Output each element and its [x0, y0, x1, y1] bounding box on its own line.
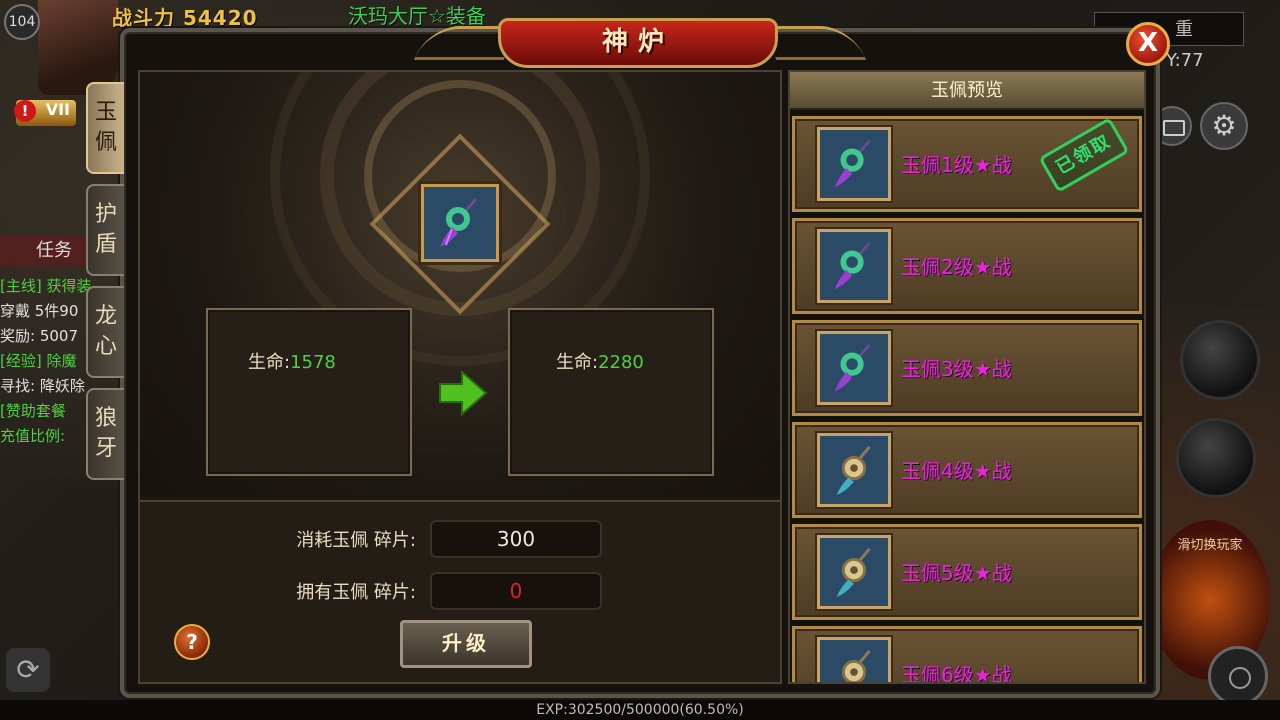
jade-pendant-icon — [834, 241, 871, 290]
upgrade-button[interactable]: 升级 — [400, 620, 532, 668]
jade-pendant-icon — [440, 198, 478, 247]
alert-icon[interactable]: ! — [14, 100, 36, 122]
cost-section: 消耗玉佩 碎片: 300 拥有玉佩 碎片: 0 ? 升级 — [140, 500, 780, 682]
stat-value: 2280 — [598, 352, 644, 373]
panel-title: 神炉 — [498, 18, 778, 68]
preview-item-row[interactable]: 玉佩6级★战 — [792, 626, 1142, 684]
preview-list[interactable]: 玉佩预览 玉佩1级★战 已领取 玉佩2级★战 玉佩3级★战 玉佩4级★战 玉佩5级★战 玉佩… — [788, 70, 1146, 684]
preview-item-row[interactable]: 玉佩1级★战 已领取 — [792, 116, 1142, 212]
cost-label: 消耗玉佩 碎片: — [296, 530, 416, 551]
preview-item-label: 玉佩2级★战 — [901, 255, 1012, 279]
tab-wolf-fang[interactable]: 狼牙 — [86, 388, 124, 480]
stat-label: 生命: — [248, 352, 291, 373]
preview-item-thumb[interactable] — [817, 535, 891, 609]
combat-power: 战斗力 54420 — [112, 6, 258, 30]
gold-pendant-icon — [836, 547, 871, 598]
map-coordinates: Y:77 — [1166, 50, 1204, 71]
skill-button-2[interactable] — [1176, 418, 1256, 498]
stat-value: 1578 — [290, 352, 336, 373]
gear-icon[interactable]: ⚙ — [1200, 102, 1248, 150]
preview-item-thumb[interactable] — [817, 229, 891, 303]
claimed-stamp: 已领取 — [1038, 117, 1130, 193]
cost-value: 300 — [430, 520, 602, 558]
refresh-icon[interactable]: ⟳ — [6, 648, 50, 692]
preview-item-thumb[interactable] — [817, 127, 891, 201]
player-level-badge: 104 — [4, 4, 40, 40]
map-location-label: 沃玛大厅☆装备 — [348, 4, 486, 28]
preview-item-label: 玉佩5级★战 — [901, 561, 1012, 585]
stat-label: 生命: — [556, 352, 599, 373]
tab-dragon-heart[interactable]: 龙心 — [86, 286, 124, 378]
preview-item-thumb[interactable] — [817, 637, 891, 682]
tab-jade-pendant[interactable]: 玉佩 — [86, 82, 124, 174]
preview-item-row[interactable]: 玉佩4级★战 — [792, 422, 1142, 518]
owned-value: 0 — [430, 572, 602, 610]
owned-label: 拥有玉佩 碎片: — [296, 582, 416, 603]
gold-pendant-icon — [836, 445, 871, 496]
preview-item-label: 玉佩6级★战 — [901, 663, 1012, 684]
preview-item-row[interactable]: 玉佩5级★战 — [792, 524, 1142, 620]
preview-header: 玉佩预览 — [790, 72, 1144, 110]
preview-item-label: 玉佩3级★战 — [901, 357, 1012, 381]
preview-item-row[interactable]: 玉佩3级★战 — [792, 320, 1142, 416]
preview-item-thumb[interactable] — [817, 433, 891, 507]
player-avatar[interactable] — [38, 0, 118, 95]
skill-button-1[interactable] — [1180, 320, 1260, 400]
preview-item-label: 玉佩1级★战 — [901, 153, 1012, 177]
next-stat-box: 生命:2280 — [508, 308, 714, 476]
current-hp-stat: 生命:1578 — [248, 348, 336, 374]
exp-bar: EXP:302500/500000(60.50%) — [0, 700, 1280, 720]
next-hp-stat: 生命:2280 — [556, 348, 644, 374]
close-button[interactable]: X — [1126, 22, 1170, 66]
current-stat-box: 生命:1578 — [206, 308, 412, 476]
jade-pendant-icon — [834, 139, 871, 188]
preview-item-label: 玉佩4级★战 — [901, 459, 1012, 483]
gold-pendant-icon — [841, 649, 871, 682]
arrow-right-icon — [439, 369, 488, 417]
tab-shield[interactable]: 护盾 — [86, 184, 124, 276]
current-item-slot[interactable] — [421, 184, 499, 262]
forge-display: 生命:1578 生命:2280 — [140, 72, 780, 496]
preview-item-thumb[interactable] — [817, 331, 891, 405]
jade-pendant-icon — [834, 343, 871, 392]
help-button[interactable]: ? — [174, 624, 210, 660]
target-lock-icon[interactable] — [1208, 646, 1268, 706]
preview-item-row[interactable]: 玉佩2级★战 — [792, 218, 1142, 314]
upgrade-area: 生命:1578 生命:2280 消耗玉佩 碎片: 300 拥有玉佩 碎片: 0 … — [138, 70, 782, 684]
